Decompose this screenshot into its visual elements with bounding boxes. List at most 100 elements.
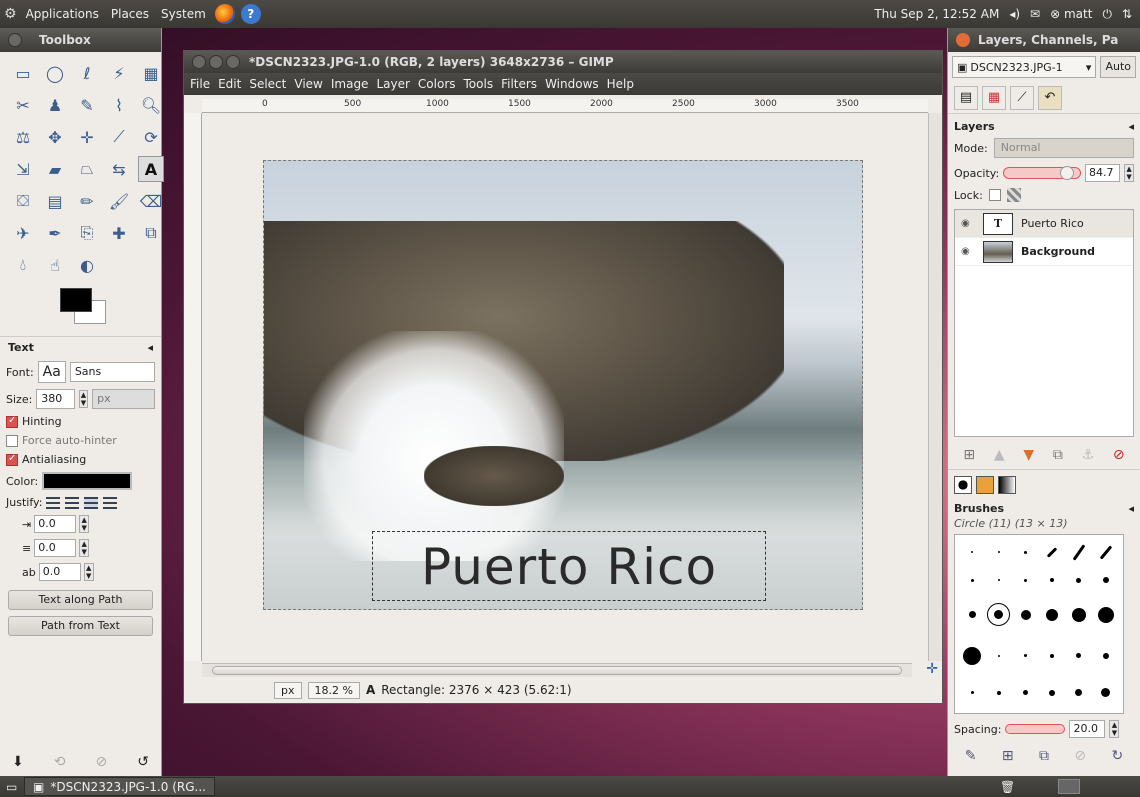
dock-titlebar[interactable]: Layers, Channels, Pa [948, 28, 1140, 52]
brush-item[interactable] [971, 551, 974, 554]
brush-item[interactable] [1099, 545, 1112, 560]
free-select-icon[interactable]: ℓ [74, 60, 100, 86]
menu-windows[interactable]: Windows [545, 77, 599, 91]
spacing-slider[interactable] [1005, 724, 1066, 734]
color-select-icon[interactable]: ▦ [138, 60, 164, 86]
crop-icon[interactable]: ⟋ [106, 124, 132, 150]
brush-item[interactable] [970, 691, 974, 695]
applications-menu-icon[interactable]: ⚙ [4, 6, 17, 22]
clone-icon[interactable]: ⎘ [74, 220, 100, 246]
fuzzy-select-icon[interactable]: ⚡ [106, 60, 132, 86]
shear-icon[interactable]: ▰ [42, 156, 68, 182]
brush-item[interactable] [1024, 654, 1028, 658]
brush-item[interactable] [987, 603, 1011, 627]
opacity-slider-knob[interactable] [1060, 166, 1075, 180]
blend-icon[interactable]: ▤ [42, 188, 68, 214]
font-preview-button[interactable]: Aa [37, 361, 66, 383]
brush-item[interactable] [1024, 550, 1028, 554]
lock-pixels-checkbox[interactable] [988, 189, 1001, 201]
menu-help[interactable]: Help [607, 77, 634, 91]
mail-icon[interactable]: ✉ [1030, 7, 1040, 21]
maximize-icon[interactable] [226, 55, 240, 69]
duplicate-layer-icon[interactable]: ⧉ [1053, 447, 1063, 463]
brush-item[interactable] [1102, 652, 1109, 659]
indent-spinner[interactable]: ▲ ▼ [79, 515, 90, 533]
dodge-icon[interactable]: ◐ [74, 252, 100, 278]
spacing-input[interactable]: 20.0 [1069, 720, 1106, 738]
layer-row[interactable]: ◉ T Puerto Rico [955, 210, 1133, 238]
horizontal-ruler[interactable]: 0 500 1000 1500 2000 2500 3000 3500 [202, 99, 928, 113]
blur-icon[interactable]: 💧︎ [10, 252, 36, 278]
line-spacing-input[interactable]: 0.0 [34, 539, 77, 557]
measure-icon[interactable]: ⚖ [10, 124, 36, 150]
spacing-spinner[interactable]: ▲ ▼ [1109, 720, 1120, 738]
brush-item[interactable] [970, 578, 974, 582]
lock-alpha-icon[interactable] [1006, 188, 1021, 202]
brush-item[interactable] [1072, 544, 1086, 561]
vertical-ruler[interactable] [184, 113, 202, 661]
brush-item[interactable] [996, 690, 1001, 695]
letter-spacing-spinner[interactable]: ▲ ▼ [83, 563, 94, 581]
tab-menu-icon[interactable]: ◂ [1128, 120, 1134, 133]
vertical-scrollbar[interactable] [928, 113, 942, 661]
tab-layers-icon[interactable]: ▤ [954, 85, 978, 110]
zoom-select[interactable]: 18.2 % [307, 681, 360, 699]
tab-patterns-icon[interactable] [976, 476, 994, 494]
brush-item[interactable] [997, 551, 1000, 554]
close-icon[interactable] [8, 33, 22, 47]
scale-icon[interactable]: ⇲ [10, 156, 36, 182]
paintbrush-icon[interactable]: 🖌︎ [106, 188, 132, 214]
minimize-icon[interactable] [209, 55, 223, 69]
clock[interactable]: Thu Sep 2, 12:52 AM [874, 7, 999, 21]
system-menu[interactable]: System [158, 7, 209, 21]
brush-item[interactable] [1050, 578, 1055, 583]
menu-file[interactable]: File [190, 77, 210, 91]
tab-gradients-icon[interactable] [998, 476, 1016, 494]
line-spacing-spinner[interactable]: ▲ ▼ [79, 539, 90, 557]
flip-icon[interactable]: ⇆ [106, 156, 132, 182]
menu-layer[interactable]: Layer [376, 77, 409, 91]
text-layer-box[interactable]: Puerto Rico [372, 531, 766, 601]
menu-select[interactable]: Select [249, 77, 286, 91]
autohinter-checkbox[interactable] [6, 434, 18, 447]
firefox-icon[interactable] [214, 4, 235, 24]
menu-view[interactable]: View [294, 77, 322, 91]
tab-brushes-icon[interactable] [954, 476, 972, 494]
power-icon[interactable]: ⏻ [1102, 7, 1112, 22]
menu-colors[interactable]: Colors [418, 77, 456, 91]
justify-fill-icon[interactable] [103, 496, 118, 509]
text-along-path-button[interactable]: Text along Path [8, 590, 153, 610]
image-window-titlebar[interactable]: *DSCN2323.JPG-1.0 (RGB, 2 layers) 3648x2… [184, 51, 942, 73]
foreground-select-icon[interactable]: ♟ [42, 92, 68, 118]
image-selector[interactable]: ▣ DSCN2323.JPG-1 ▾ [952, 56, 1097, 78]
brush-item[interactable] [1075, 689, 1083, 697]
hinting-checkbox[interactable] [6, 415, 18, 428]
tab-channels-icon[interactable]: ▦ [982, 85, 1006, 110]
places-menu[interactable]: Places [108, 7, 152, 21]
mode-select[interactable]: Normal [993, 138, 1134, 158]
menu-tools[interactable]: Tools [464, 77, 494, 91]
workspace-switcher[interactable] [1058, 779, 1080, 794]
duplicate-brush-icon[interactable]: ⧉ [1039, 748, 1049, 764]
brush-item[interactable] [963, 646, 982, 665]
brush-item[interactable] [1023, 690, 1029, 696]
justify-center-icon[interactable] [84, 496, 99, 509]
delete-options-icon[interactable]: ⊘ [96, 754, 108, 770]
tab-undo-icon[interactable]: ↶ [1038, 85, 1062, 110]
save-options-icon[interactable]: ⬇ [12, 754, 24, 770]
delete-brush-icon[interactable]: ⊘ [1074, 748, 1086, 764]
brush-item[interactable] [1101, 688, 1111, 698]
menu-image[interactable]: Image [331, 77, 369, 91]
unit-select[interactable]: px [274, 681, 302, 699]
brush-item[interactable] [1046, 608, 1059, 621]
close-icon[interactable] [192, 55, 206, 69]
menu-edit[interactable]: Edit [218, 77, 241, 91]
tab-paths-icon[interactable]: ⟋ [1010, 85, 1034, 110]
font-input[interactable]: Sans [69, 362, 155, 382]
brush-item[interactable] [1071, 607, 1086, 622]
perspective-clone-icon[interactable]: ⧉ [138, 220, 164, 246]
tab-menu-icon[interactable]: ◂ [1128, 502, 1134, 515]
text-icon[interactable]: A [138, 156, 164, 182]
new-layer-icon[interactable]: ⊞ [963, 447, 975, 463]
letter-spacing-input[interactable]: 0.0 [38, 563, 81, 581]
